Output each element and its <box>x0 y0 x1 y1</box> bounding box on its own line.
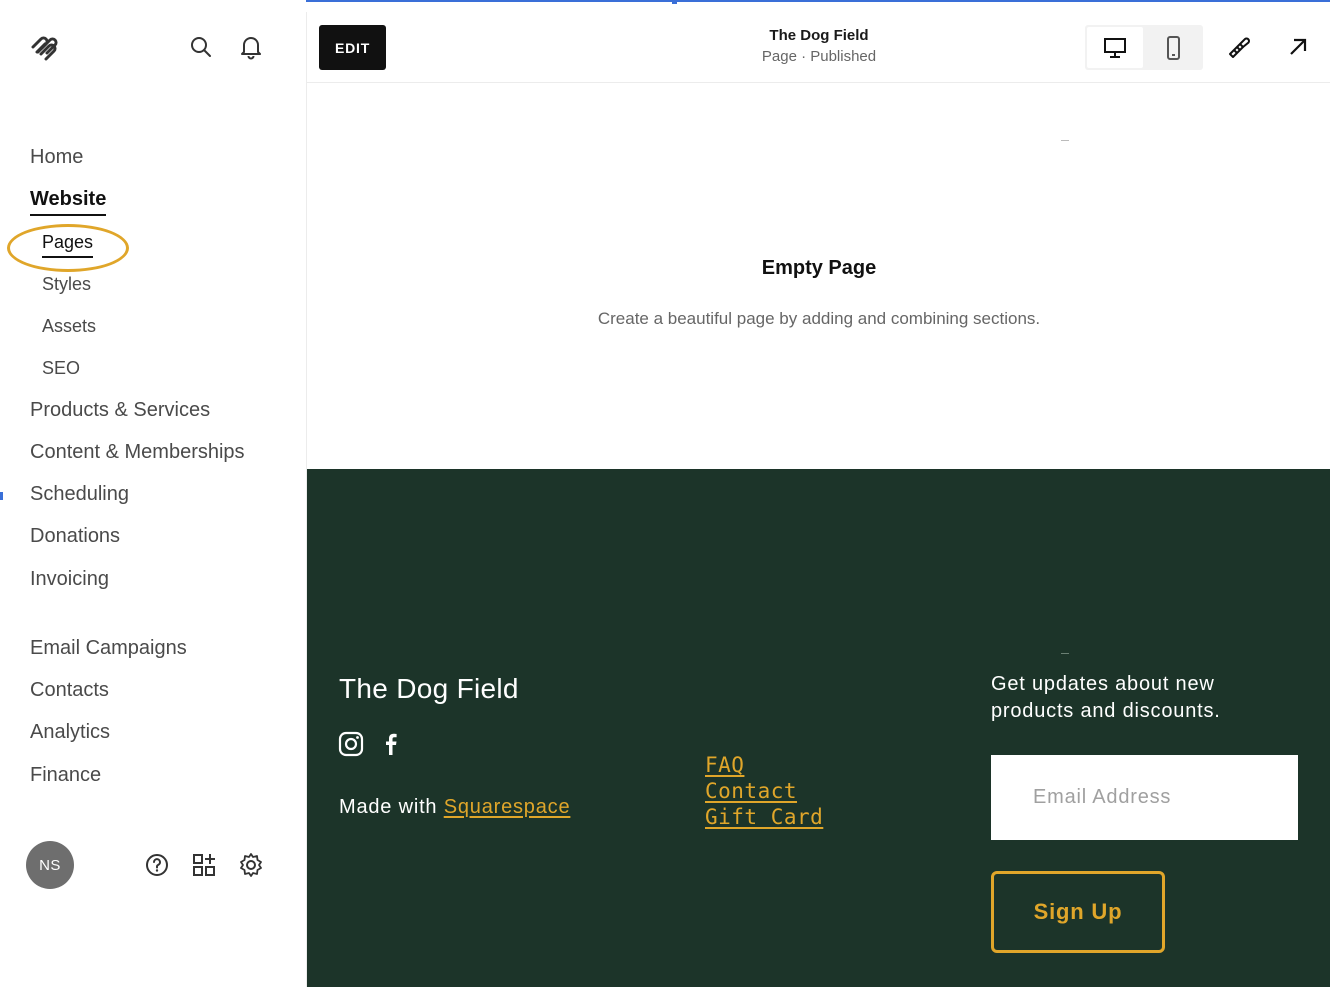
device-toggle <box>1085 25 1203 70</box>
help-icon[interactable] <box>144 852 170 878</box>
sidebar-item-assets[interactable]: Assets <box>42 316 96 337</box>
sidebar-item-invoicing[interactable]: Invoicing <box>30 568 109 591</box>
instagram-icon[interactable] <box>338 731 364 757</box>
sign-up-button[interactable]: Sign Up <box>991 871 1165 953</box>
sidebar: Home Website Pages Styles Assets SEO Pro… <box>0 0 306 987</box>
open-external-icon[interactable] <box>1285 34 1311 60</box>
sidebar-item-email-campaigns[interactable]: Email Campaigns <box>30 637 187 660</box>
footer-link-gift-card[interactable]: Gift Card <box>705 804 823 830</box>
footer-divider-mark <box>1061 653 1069 654</box>
sidebar-item-products-services[interactable]: Products & Services <box>30 399 210 422</box>
sidebar-item-scheduling[interactable]: Scheduling <box>30 483 129 506</box>
sidebar-item-pages[interactable]: Pages <box>42 232 94 258</box>
sidebar-item-seo[interactable]: SEO <box>42 358 80 379</box>
page-canvas[interactable]: Empty Page Create a beautiful page by ad… <box>307 83 1330 469</box>
mobile-icon <box>1167 35 1180 60</box>
footer-link-contact[interactable]: Contact <box>705 778 823 804</box>
sidebar-item-home[interactable]: Home <box>30 146 83 169</box>
made-with-credit: Made with Squarespace <box>339 796 570 819</box>
mobile-view-button[interactable] <box>1145 27 1201 68</box>
sidebar-item-contacts[interactable]: Contacts <box>30 679 109 702</box>
apps-icon[interactable] <box>191 852 217 878</box>
email-field[interactable] <box>991 755 1298 840</box>
sidebar-item-website[interactable]: Website <box>30 188 107 216</box>
design-brush-icon[interactable] <box>1227 34 1253 60</box>
site-footer[interactable]: The Dog Field Made with Squarespace FAQ … <box>307 469 1330 987</box>
footer-link-faq[interactable]: FAQ <box>705 752 823 778</box>
search-icon[interactable] <box>188 34 214 60</box>
newsletter-text: Get updates about new products and disco… <box>991 673 1221 722</box>
squarespace-logo-icon[interactable] <box>28 32 60 64</box>
sidebar-item-finance[interactable]: Finance <box>30 764 101 787</box>
sidebar-item-analytics[interactable]: Analytics <box>30 721 110 744</box>
made-with-prefix: Made with <box>339 796 438 818</box>
desktop-icon <box>1104 37 1126 58</box>
sidebar-item-donations[interactable]: Donations <box>30 525 120 548</box>
edge-marker <box>0 492 3 500</box>
top-progress-marker <box>672 0 677 4</box>
footer-site-name: The Dog Field <box>339 673 519 704</box>
desktop-view-button[interactable] <box>1087 27 1143 68</box>
sidebar-item-content-memberships[interactable]: Content & Memberships <box>30 441 245 464</box>
empty-page-title: Empty Page <box>761 257 877 279</box>
settings-icon[interactable] <box>238 852 264 878</box>
section-divider-mark <box>1061 140 1069 141</box>
sidebar-item-styles[interactable]: Styles <box>42 274 91 295</box>
footer-links: FAQ Contact Gift Card <box>705 752 823 830</box>
facebook-icon[interactable] <box>378 731 404 757</box>
editor-toolbar: EDIT The Dog Field Page · Published <box>307 12 1330 83</box>
squarespace-link[interactable]: Squarespace <box>444 796 571 818</box>
editor-main: EDIT The Dog Field Page · Published Empt… <box>306 12 1330 987</box>
bell-icon[interactable] <box>238 34 264 60</box>
avatar[interactable]: NS <box>26 841 74 889</box>
empty-page-description: Create a beautiful page by adding and co… <box>597 309 1041 328</box>
